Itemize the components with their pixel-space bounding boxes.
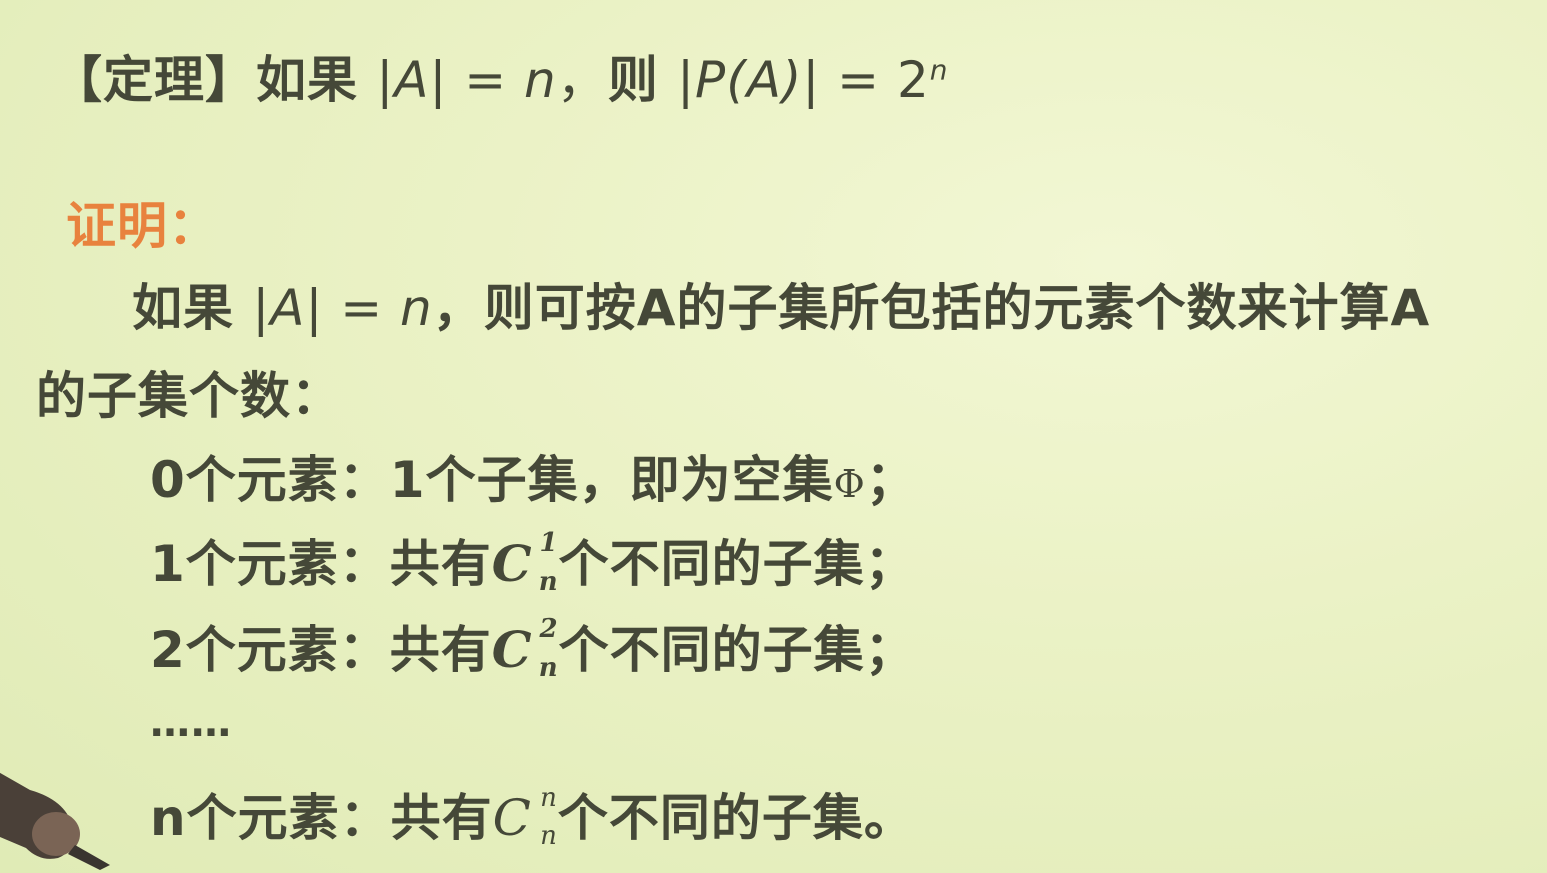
case-row-0: 0个元素：1个子集，即为空集Φ； bbox=[150, 440, 917, 512]
theorem-if-word: 如果 bbox=[256, 51, 358, 109]
combination-symbol: Cnn bbox=[492, 783, 558, 851]
para-abs-close: | bbox=[305, 279, 324, 337]
proof-label: 证明： bbox=[66, 197, 219, 255]
para-lead: 如果 bbox=[132, 279, 234, 337]
para-n: n bbox=[400, 279, 433, 337]
empty-set-symbol: Φ bbox=[833, 462, 866, 506]
case-after: 个不同的子集； bbox=[558, 621, 916, 679]
case-before: 共有 bbox=[389, 535, 492, 593]
theorem-bracket-label: 【定理】 bbox=[52, 51, 256, 109]
combination-sub: n bbox=[538, 567, 559, 597]
combination-sub: n bbox=[540, 821, 558, 851]
case-count: 0 bbox=[150, 451, 186, 509]
para-equals: = bbox=[323, 279, 401, 337]
proof-paragraph-line2: 的子集个数： bbox=[36, 367, 342, 425]
case-count: n bbox=[150, 789, 187, 847]
result-base: 2 bbox=[896, 51, 930, 109]
para-abs-var: A bbox=[270, 279, 306, 337]
case-row-1: 1个元素：共有C 1 n 个不同的子集； bbox=[150, 524, 916, 597]
cond-abs-close: | bbox=[429, 51, 448, 109]
result-abs-close: | bbox=[802, 51, 821, 109]
combination-c: C bbox=[491, 534, 533, 593]
case-count: 2 bbox=[150, 621, 186, 679]
case-before: 共有 bbox=[390, 789, 493, 847]
case-before: 共有 bbox=[389, 621, 492, 679]
combination-sup: 1 bbox=[539, 528, 559, 558]
slide: 【定理】如果 |A| = n，则 |P(A)| = 2n 证明： 如果 |A| … bbox=[0, 0, 1547, 873]
result-p: P bbox=[695, 51, 727, 109]
combination-symbol: C1 n bbox=[491, 528, 559, 597]
cond-abs-open: | bbox=[376, 51, 395, 109]
combination-sup: n bbox=[540, 783, 558, 813]
case-count: 1 bbox=[150, 535, 186, 593]
case-after: 个不同的子集。 bbox=[557, 789, 915, 847]
case-prefix: 个元素： bbox=[185, 451, 390, 509]
para-rest: ，则可按A的子集所包括的元素个数来计算A bbox=[432, 279, 1431, 337]
result-arg: (A) bbox=[726, 51, 803, 109]
case-prefix: 个元素： bbox=[186, 789, 391, 847]
cond-equals: = bbox=[447, 51, 525, 109]
combination-c: C bbox=[492, 789, 532, 847]
combination-symbol: C2 n bbox=[491, 614, 559, 683]
para-abs-open: | bbox=[252, 279, 271, 337]
ellipsis: …… bbox=[150, 700, 232, 746]
cond-n: n bbox=[524, 51, 557, 109]
combination-sub: n bbox=[538, 653, 559, 683]
case-row-2: 2个元素：共有C 2 n 个不同的子集； bbox=[150, 610, 916, 683]
case-end: ； bbox=[865, 451, 917, 509]
case-text: 1个子集，即为空集 bbox=[389, 451, 834, 509]
combination-c: C bbox=[491, 620, 533, 679]
result-abs-open: | bbox=[677, 51, 696, 109]
combination-sup: 2 bbox=[539, 614, 559, 644]
result-equals: = bbox=[820, 51, 897, 109]
cond-var: A bbox=[394, 51, 430, 109]
pointing-hand bbox=[0, 772, 110, 870]
theorem-then-word: 则 bbox=[607, 51, 659, 109]
theorem-line: 【定理】如果 |A| = n，则 |P(A)| = 2n bbox=[52, 40, 949, 112]
case-row-n: n个元素：共有C n n 个不同的子集。 bbox=[150, 778, 915, 851]
case-prefix: 个元素： bbox=[185, 621, 390, 679]
theorem-comma: ， bbox=[556, 51, 608, 109]
case-prefix: 个元素： bbox=[185, 535, 390, 593]
proof-paragraph-line1: 如果 |A| = n，则可按A的子集所包括的元素个数来计算A bbox=[132, 268, 1430, 340]
case-after: 个不同的子集； bbox=[558, 535, 916, 593]
result-exponent: n bbox=[929, 53, 949, 87]
